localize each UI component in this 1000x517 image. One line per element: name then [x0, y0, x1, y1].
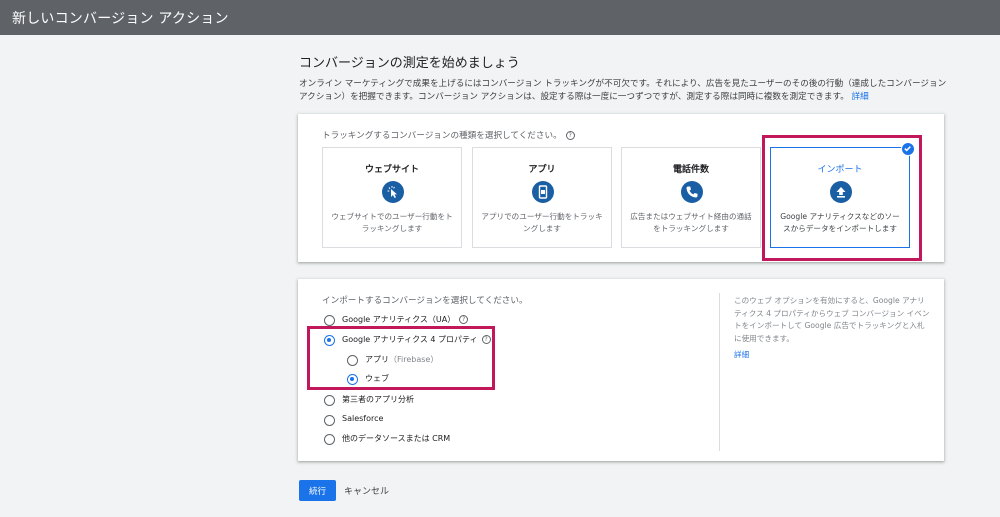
option-label: Google アナリティクス（UA）? — [342, 314, 469, 325]
section-heading: コンバージョンの測定を始めましょう — [299, 56, 520, 71]
conversion-type-card: トラッキングするコンバージョンの種類を選択してください。? ウェブサイト ウェブ… — [298, 114, 944, 262]
intro-body: オンライン マーケティングで成果を上げるにはコンバージョン トラッキングが不可欠… — [299, 79, 947, 102]
import-source-card: インポートするコンバージョンを選択してください。 Google アナリティクス（… — [298, 279, 944, 461]
intro-learn-more-link[interactable]: 詳細 — [852, 92, 869, 102]
tile-website[interactable]: ウェブサイト ウェブサイトでのユーザー行動をトラッキングします — [322, 147, 462, 248]
radio-button[interactable] — [324, 434, 335, 445]
tile-app[interactable]: アプリ アプリでのユーザー行動をトラッキングします — [472, 147, 612, 248]
tile-description: アプリでのユーザー行動をトラッキングします — [481, 212, 603, 233]
phone-icon — [681, 181, 703, 203]
option-label: Google アナリティクス 4 プロパティ? — [342, 334, 491, 345]
top-bar: 新しいコンバージョン アクション — [0, 0, 1000, 35]
mobile-phone-icon — [532, 181, 554, 203]
radio-button[interactable] — [324, 395, 335, 406]
option-label: アプリ（Firebase） — [365, 354, 438, 365]
radio-button-selected[interactable] — [347, 374, 358, 385]
option-label-text: Google アナリティクス 4 プロパティ — [342, 335, 478, 344]
option-label: 第三者のアプリ分析 — [342, 395, 414, 404]
radio-button-selected[interactable] — [324, 335, 335, 346]
tile-phone-calls[interactable]: 電話件数 広告またはウェブサイト経由の通話をトラッキングします — [621, 147, 761, 248]
option-label: 他のデータソースまたは CRM — [342, 434, 451, 443]
upload-icon — [830, 181, 852, 203]
tile-description: Google アナリティクスなどのソースからデータをインポートします — [780, 212, 900, 233]
radio-button[interactable] — [324, 315, 335, 326]
checkmark-icon — [901, 142, 915, 156]
conversion-type-prompt: トラッキングするコンバージョンの種類を選択してください。? — [322, 129, 575, 141]
tile-description: ウェブサイトでのユーザー行動をトラッキングします — [331, 212, 453, 233]
tile-description: 広告またはウェブサイト経由の通話をトラッキングします — [630, 212, 752, 233]
help-icon[interactable]: ? — [565, 131, 575, 140]
vertical-divider — [719, 293, 720, 451]
cursor-click-icon — [382, 181, 404, 203]
tile-title: ウェブサイト — [364, 165, 419, 175]
option-label-text: Google アナリティクス（UA） — [342, 315, 456, 324]
page-title: 新しいコンバージョン アクション — [12, 11, 229, 27]
intro-text: オンライン マーケティングで成果を上げるにはコンバージョン トラッキングが不可欠… — [299, 78, 949, 104]
radio-button[interactable] — [347, 355, 358, 366]
tile-title: アプリ — [528, 165, 556, 175]
tile-import[interactable]: インポート Google アナリティクスなどのソースからデータをインポートします — [770, 142, 915, 248]
option-label-text: アプリ — [365, 355, 389, 364]
option-label: Salesforce — [342, 414, 384, 423]
tile-title: 電話件数 — [672, 165, 709, 175]
import-source-prompt: インポートするコンバージョンを選択してください。 — [322, 296, 528, 306]
help-icon[interactable]: ? — [481, 335, 491, 344]
conversion-type-prompt-text: トラッキングするコンバージョンの種類を選択してください。 — [322, 131, 562, 141]
cancel-button[interactable]: キャンセル — [344, 480, 389, 501]
continue-button[interactable]: 続行 — [299, 480, 336, 501]
radio-button[interactable] — [324, 415, 335, 426]
option-sublabel: （Firebase） — [389, 355, 439, 364]
import-learn-more-link[interactable]: 詳細 — [734, 349, 749, 360]
import-help-text: このウェブ オプションを有効にすると、Google アナリティクス 4 プロパテ… — [734, 296, 930, 343]
option-label: ウェブ — [365, 374, 389, 383]
help-icon[interactable]: ? — [459, 315, 469, 324]
tile-title: インポート — [817, 165, 863, 175]
